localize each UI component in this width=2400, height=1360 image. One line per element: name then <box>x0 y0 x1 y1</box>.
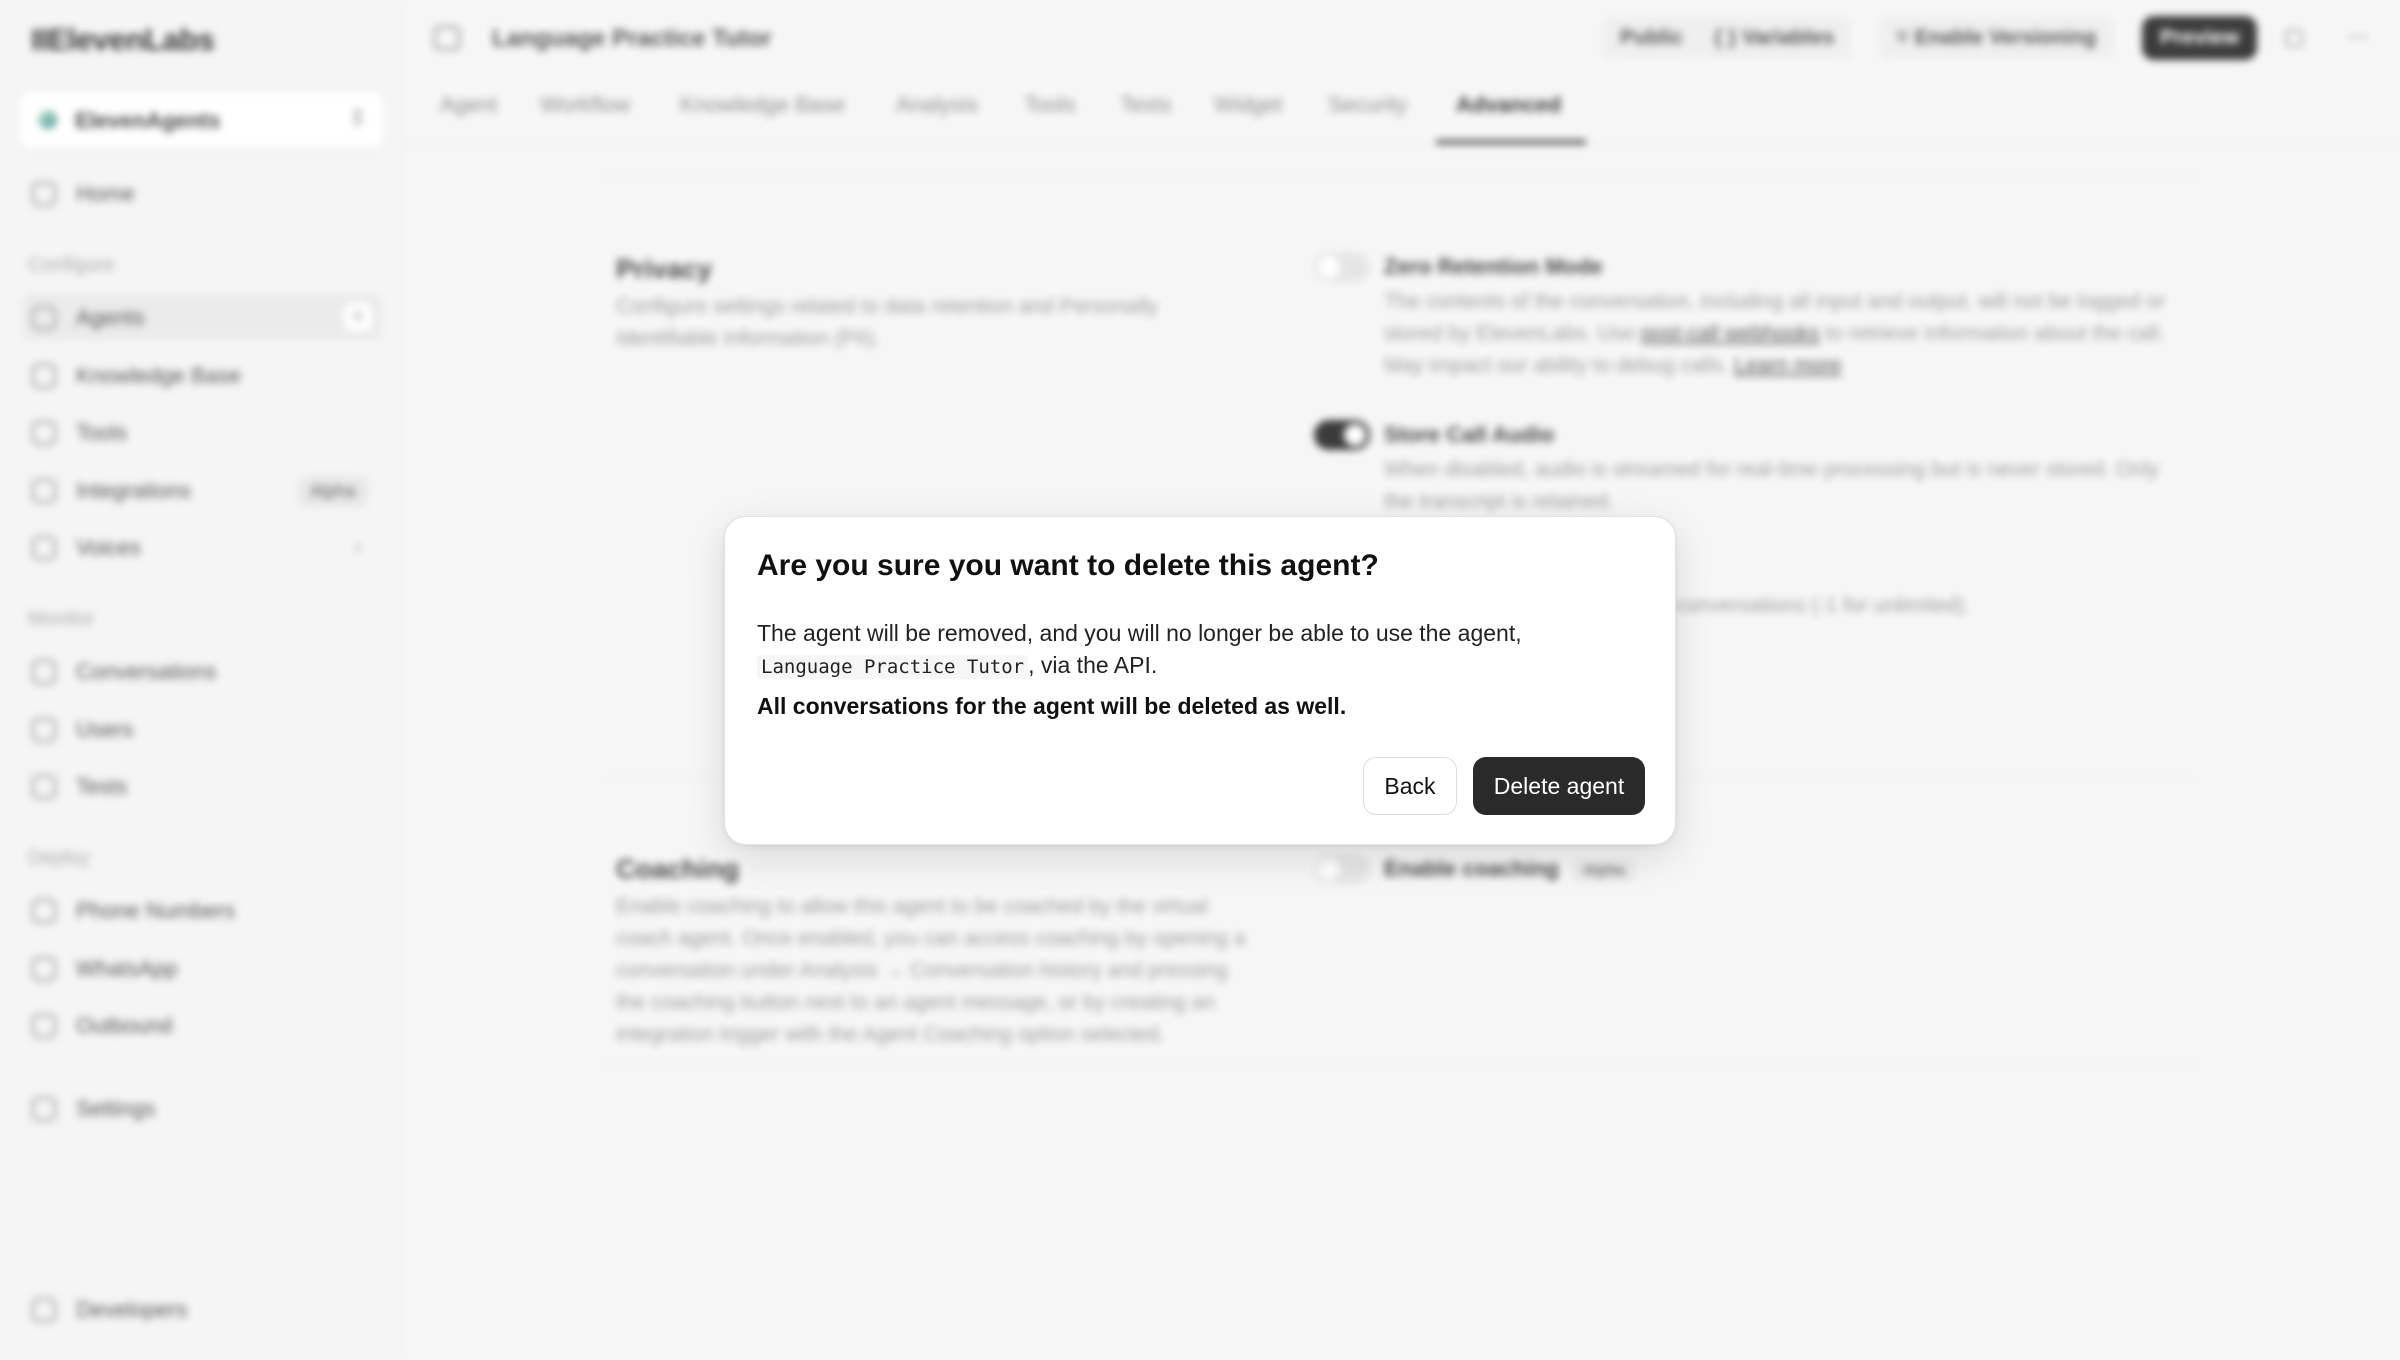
back-button[interactable]: Back <box>1363 757 1457 815</box>
dialog-body: The agent will be removed, and you will … <box>757 617 1657 683</box>
dialog-title: Are you sure you want to delete this age… <box>757 549 1379 582</box>
dialog-body-text: The agent will be removed, and you will … <box>757 620 1522 646</box>
delete-agent-button[interactable]: Delete agent <box>1473 757 1645 815</box>
agent-name-code: Language Practice Tutor <box>757 655 1029 679</box>
dialog-body-suffix: , via the API. <box>1028 652 1158 678</box>
dialog-warning: All conversations for the agent will be … <box>757 693 1347 719</box>
delete-agent-dialog: Are you sure you want to delete this age… <box>724 516 1676 845</box>
